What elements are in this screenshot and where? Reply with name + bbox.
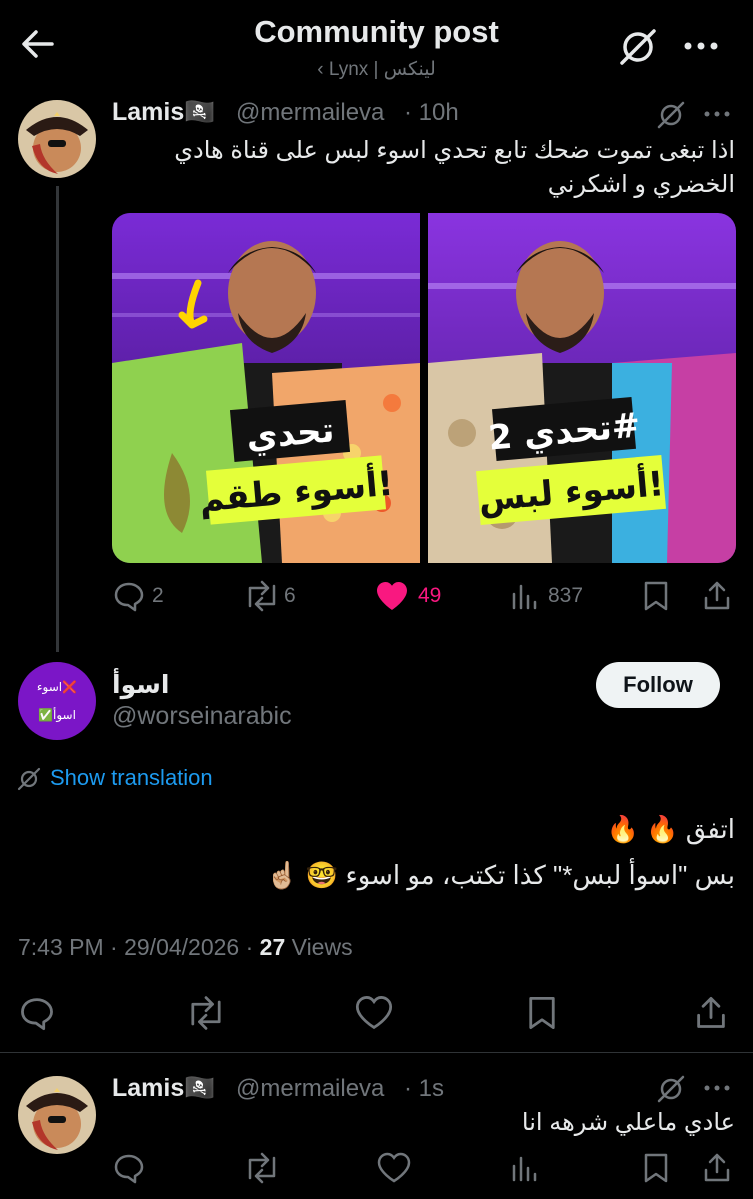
author-name[interactable]: اسوأ: [112, 670, 169, 700]
post-text-line: اذا تبغى تموت ضحك تابع تحدي اسوء لبس على…: [174, 137, 735, 164]
heart-icon[interactable]: [376, 1152, 412, 1184]
post-timestamp: 7:43 PM · 29/04/2026 · 27 Views: [18, 934, 353, 961]
views-count: 27: [259, 934, 286, 960]
avatar-line: ✅اسوأ: [38, 708, 76, 722]
author-handle[interactable]: @mermaileva: [236, 99, 384, 127]
avatar[interactable]: [18, 100, 96, 178]
post-text-line: اتفق 🔥 🔥: [606, 814, 736, 844]
heart-icon[interactable]: [354, 995, 394, 1031]
author-handle[interactable]: @mermaileva: [236, 1075, 384, 1103]
post-time[interactable]: · 10h: [404, 99, 459, 127]
reply-icon[interactable]: [18, 995, 56, 1031]
post-text: اذا تبغى تموت ضحك تابع تحدي اسوء لبس على…: [115, 134, 735, 202]
follow-button[interactable]: Follow: [596, 662, 720, 708]
more-options-icon[interactable]: [680, 28, 722, 64]
views-icon[interactable]: [510, 1154, 538, 1182]
reply-count: 2: [152, 584, 164, 607]
reply-icon[interactable]: [112, 1152, 146, 1184]
bookmark-icon[interactable]: [526, 995, 558, 1031]
bookmark-icon[interactable]: [642, 1152, 670, 1184]
repost-count: 6: [284, 584, 296, 607]
more-options-icon[interactable]: [700, 1078, 734, 1098]
heart-filled-icon[interactable]: [374, 580, 410, 612]
post-text-line: الخضري و اشكرني: [547, 171, 735, 198]
author-handle[interactable]: @worseinarabic: [112, 702, 292, 731]
views-icon[interactable]: [510, 582, 538, 610]
repost-icon[interactable]: [242, 1152, 282, 1184]
avatar[interactable]: اسوء❌ ✅اسوأ: [18, 662, 96, 740]
bookmark-icon[interactable]: [642, 580, 670, 612]
more-options-icon[interactable]: [700, 104, 734, 124]
grok-icon[interactable]: [614, 25, 662, 69]
show-translation-link[interactable]: Show translation: [50, 765, 213, 791]
share-icon[interactable]: [694, 995, 728, 1031]
post-text: عادي ماعلي شرهه انا: [521, 1109, 735, 1136]
translate-icon: [16, 766, 42, 792]
thread-connector: [56, 186, 59, 652]
thumb-left-title: تحدي: [245, 410, 336, 458]
timestamp-text: 7:43 PM · 29/04/2026 ·: [18, 934, 260, 960]
avatar[interactable]: [18, 1076, 96, 1154]
post-time[interactable]: · 1s: [404, 1075, 444, 1103]
views-count: 837: [548, 584, 584, 607]
post-text-line: بس "اسوأ لبس*" كذا تكتب، مو اسوء 🤓 ☝🏼: [266, 860, 735, 890]
share-icon[interactable]: [702, 1152, 732, 1184]
repost-icon[interactable]: [242, 580, 282, 612]
post-text: اتفق 🔥 🔥 بس "اسوأ لبس*" كذا تكتب، مو اسو…: [35, 806, 735, 898]
grok-icon[interactable]: [654, 1074, 688, 1104]
author-name[interactable]: Lamis🏴‍☠️: [112, 98, 215, 127]
avatar-line: اسوء❌: [36, 680, 78, 694]
divider: [0, 1052, 753, 1053]
post-media[interactable]: تحدي أسوء طقم! تحدي 2# أسوء لبس!: [112, 213, 736, 563]
grok-icon[interactable]: [654, 100, 688, 130]
reply-icon[interactable]: [112, 580, 146, 612]
repost-icon[interactable]: [184, 995, 228, 1031]
share-icon[interactable]: [702, 580, 732, 612]
views-label: Views: [285, 934, 353, 960]
author-name[interactable]: Lamis🏴‍☠️: [112, 1074, 215, 1103]
like-count: 49: [418, 584, 442, 607]
